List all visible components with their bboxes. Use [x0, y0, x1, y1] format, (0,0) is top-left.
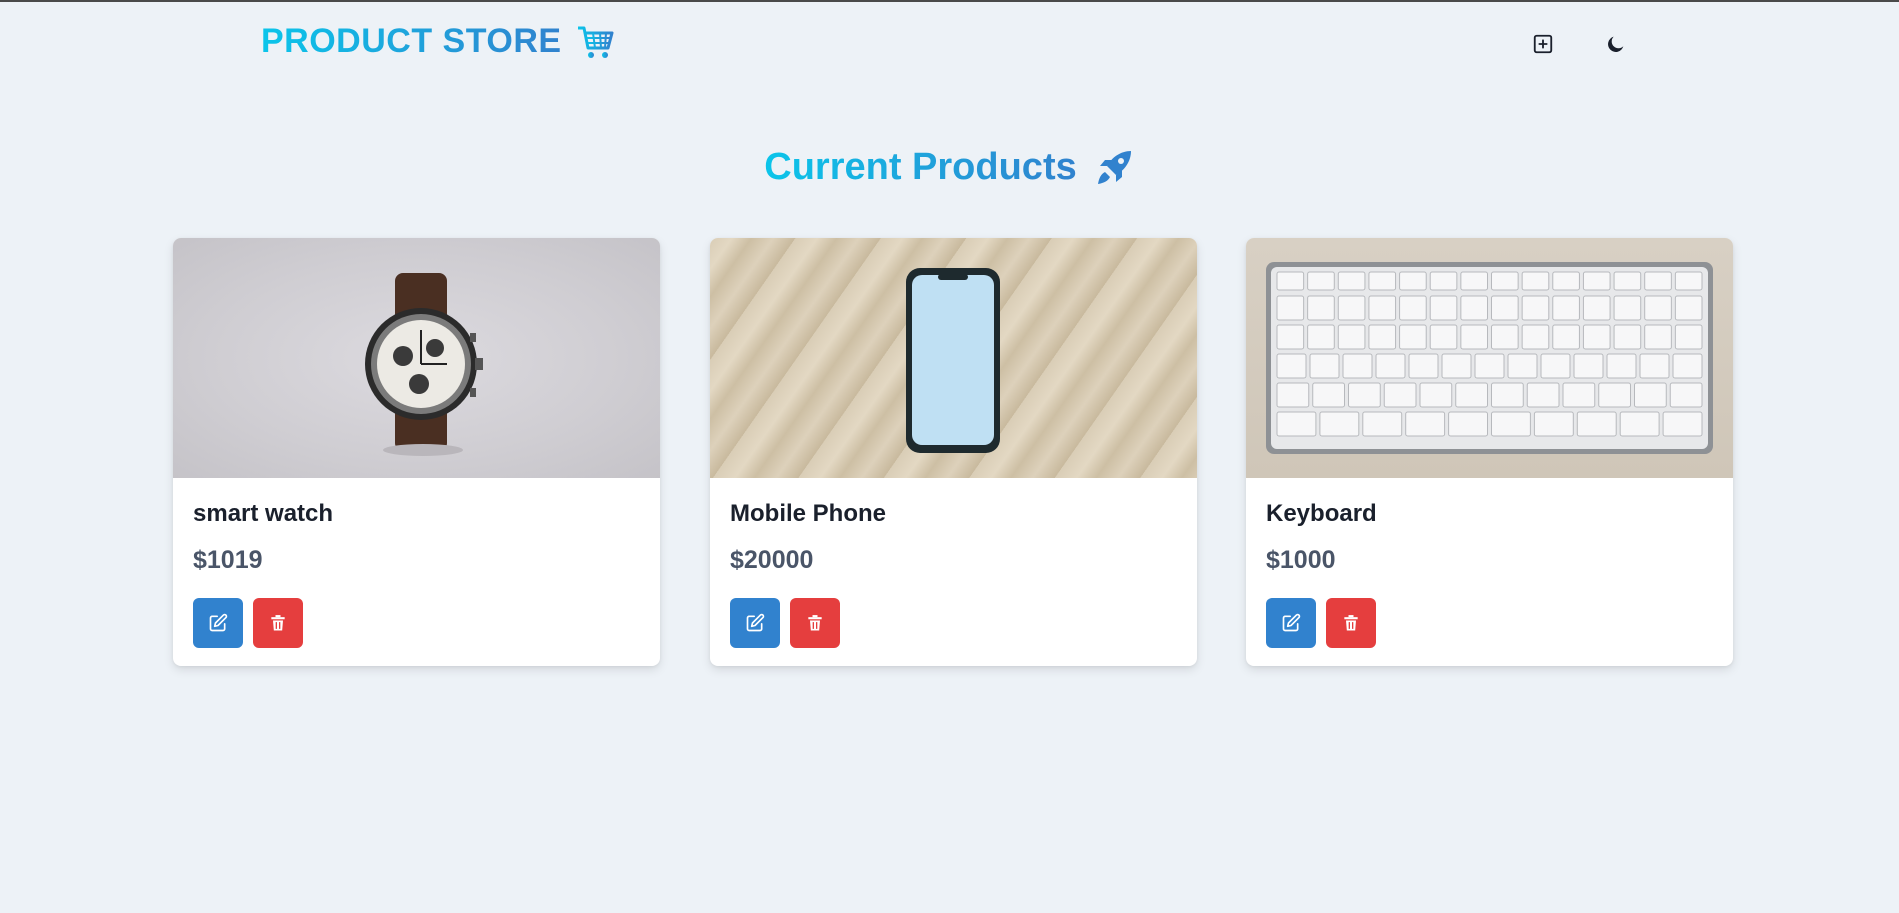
edit-icon	[746, 613, 765, 632]
trash-icon	[808, 615, 822, 631]
brand-title: PRODUCT STORE	[261, 22, 562, 60]
trash-icon	[271, 615, 285, 631]
delete-button[interactable]	[253, 598, 303, 648]
product-name: Mobile Phone	[730, 500, 886, 527]
edit-icon	[209, 613, 228, 632]
edit-button[interactable]	[730, 598, 780, 648]
product-image	[710, 238, 1197, 478]
product-card: smart watch $1019	[173, 238, 660, 666]
product-price: $1000	[1266, 546, 1336, 574]
theme-toggle-button[interactable]	[1596, 24, 1636, 64]
product-card: Mobile Phone $20000	[710, 238, 1197, 666]
trash-icon	[1344, 615, 1358, 631]
moon-icon	[1608, 36, 1624, 52]
edit-icon	[1282, 613, 1301, 632]
edit-button[interactable]	[193, 598, 243, 648]
product-price: $1019	[193, 546, 263, 574]
product-name: Keyboard	[1266, 500, 1377, 527]
delete-button[interactable]	[790, 598, 840, 648]
product-card: Keyboard $1000	[1246, 238, 1733, 666]
page-heading: Current Products	[0, 146, 1899, 189]
brand-link[interactable]: PRODUCT STORE	[261, 22, 614, 61]
plus-square-icon	[1533, 34, 1553, 54]
product-name: smart watch	[193, 500, 334, 527]
navbar: PRODUCT STORE	[0, 2, 1899, 82]
edit-button[interactable]	[1266, 598, 1316, 648]
product-image	[1246, 238, 1733, 478]
product-price: $20000	[730, 546, 814, 574]
product-image	[173, 238, 660, 478]
page-title: Current Products	[764, 146, 1077, 188]
delete-button[interactable]	[1326, 598, 1376, 648]
shopping-cart-icon	[577, 26, 614, 58]
rocket-icon	[1097, 150, 1131, 184]
create-product-button[interactable]	[1523, 24, 1563, 64]
